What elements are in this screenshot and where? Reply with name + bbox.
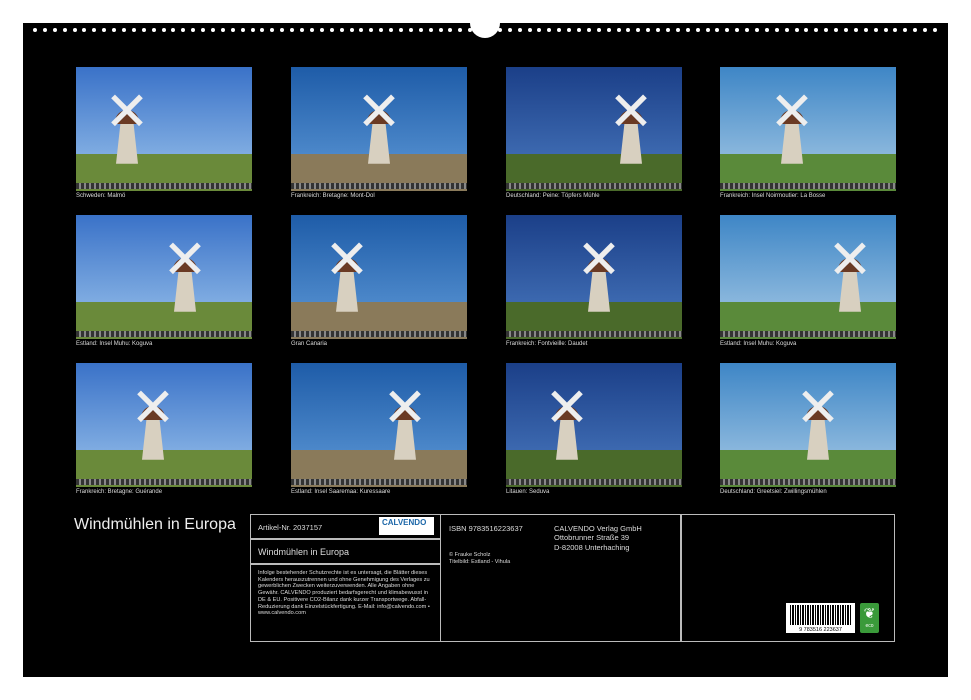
windmill-sails: ✕ bbox=[822, 232, 878, 288]
windmill-sails: ✕ bbox=[319, 232, 375, 288]
date-strip bbox=[76, 183, 252, 189]
windmill-photo: ✕ bbox=[720, 215, 896, 339]
photo-caption: Frankreich: Insel Noirmoutier: La Bosse bbox=[720, 193, 825, 199]
windmill-photo: ✕ bbox=[76, 67, 252, 191]
legal-box: Infolge bestehender Schutzrechte ist es … bbox=[250, 563, 441, 642]
windmill-sails: ✕ bbox=[790, 380, 846, 436]
photo-caption: Estland: Insel Muhu: Koguva bbox=[720, 341, 796, 347]
date-strip bbox=[506, 331, 682, 337]
article-number: Artikel-Nr. 2037157 bbox=[258, 523, 322, 532]
date-strip bbox=[506, 183, 682, 189]
date-strip bbox=[291, 479, 467, 485]
windmill-photo: ✕ bbox=[76, 363, 252, 487]
windmill-sails: ✕ bbox=[764, 84, 820, 140]
photo-caption: Frankreich: Bretagne: Guérande bbox=[76, 489, 162, 495]
windmill-photo: ✕ bbox=[506, 215, 682, 339]
date-strip bbox=[720, 183, 896, 189]
windmill-photo: ✕ bbox=[506, 67, 682, 191]
windmill-photo: ✕ bbox=[291, 363, 467, 487]
info-title: Windmühlen in Europa bbox=[258, 547, 349, 557]
photo-caption: Deutschland: Peine: Töpfers Mühle bbox=[506, 193, 600, 199]
publisher-street: Ottobrunner Straße 39 bbox=[554, 533, 642, 542]
calendar-title: Windmühlen in Europa bbox=[74, 516, 236, 534]
photo-caption: Frankreich: Bretagne: Mont-Dol bbox=[291, 193, 375, 199]
windmill-photo: ✕ bbox=[720, 67, 896, 191]
barcode-number: 9 783516 223637 bbox=[786, 627, 855, 633]
title-box: Windmühlen in Europa bbox=[250, 538, 441, 565]
date-strip bbox=[291, 331, 467, 337]
isbn: ISBN 9783516223637 bbox=[449, 524, 523, 533]
windmill-sails: ✕ bbox=[377, 380, 433, 436]
photo-caption: Deutschland: Greetsiel: Zwillingsmühlen bbox=[720, 489, 827, 495]
windmill-sails: ✕ bbox=[351, 84, 407, 140]
date-strip bbox=[720, 331, 896, 337]
date-strip bbox=[506, 479, 682, 485]
photo-caption: Frankreich: Fontvieille: Daudet bbox=[506, 341, 587, 347]
photo-caption: Estland: Insel Muhu: Koguva bbox=[76, 341, 152, 347]
eco-label: eco bbox=[860, 623, 879, 629]
windmill-sails: ✕ bbox=[99, 84, 155, 140]
photo-caption: Estland: Insel Saaremaa: Kuressaare bbox=[291, 489, 390, 495]
photo-caption: Gran Canaria bbox=[291, 341, 327, 347]
date-strip bbox=[76, 479, 252, 485]
copyright: © Frauke Scholz bbox=[449, 552, 490, 558]
legal-text: Infolge bestehender Schutzrechte ist es … bbox=[258, 570, 436, 617]
windmill-sails: ✕ bbox=[603, 84, 659, 140]
calvendo-logo: CALVENDO bbox=[379, 517, 434, 535]
windmill-sails: ✕ bbox=[571, 232, 627, 288]
publisher-box: ISBN 9783516223637 © Frauke Scholz Titel… bbox=[440, 514, 682, 642]
date-strip bbox=[76, 331, 252, 337]
date-strip bbox=[720, 479, 896, 485]
windmill-photo: ✕ bbox=[291, 67, 467, 191]
windmill-sails: ✕ bbox=[539, 380, 595, 436]
windmill-sails: ✕ bbox=[157, 232, 213, 288]
windmill-photo: ✕ bbox=[291, 215, 467, 339]
publisher-city: D-82008 Unterhaching bbox=[554, 543, 642, 552]
photo-caption: Litauen: Seduva bbox=[506, 489, 549, 495]
barcode: 9 783516 223637 bbox=[786, 603, 855, 633]
date-strip bbox=[291, 183, 467, 189]
windmill-photo: ✕ bbox=[720, 363, 896, 487]
windmill-photo: ✕ bbox=[506, 363, 682, 487]
windmill-photo: ✕ bbox=[76, 215, 252, 339]
cover-image-credit: Titelbild: Estland - Vihula bbox=[449, 559, 510, 565]
publisher-name: CALVENDO Verlag GmbH bbox=[554, 524, 642, 533]
windmill-sails: ✕ bbox=[125, 380, 181, 436]
photo-caption: Schweden: Malmö bbox=[76, 193, 125, 199]
eco-leaf-icon: ❦eco bbox=[860, 603, 879, 633]
